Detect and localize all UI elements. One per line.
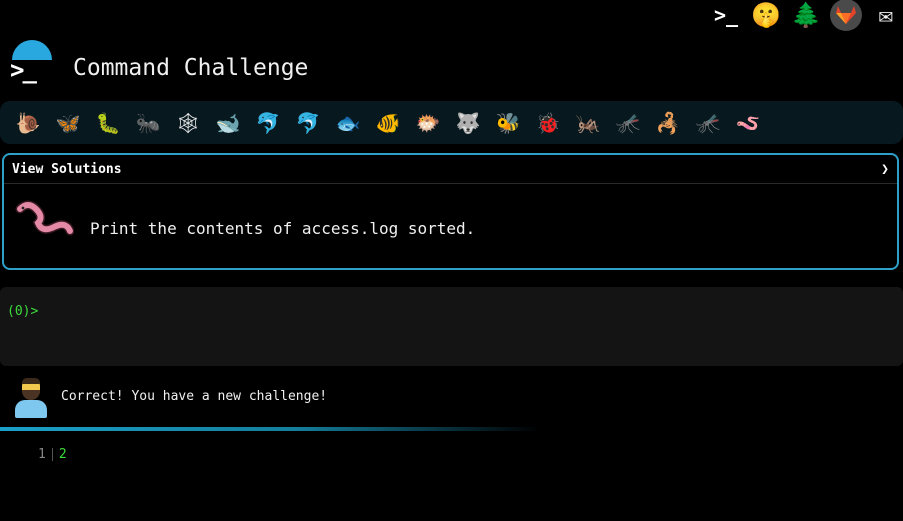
scorpion-icon[interactable]: 🦂 [648, 103, 688, 143]
worm-icon [15, 200, 74, 236]
whale-icon[interactable]: 🐋 [208, 103, 248, 143]
avatar-beard [22, 390, 40, 400]
terminal-icon[interactable]: >_ [709, 0, 743, 30]
terminal-input[interactable]: (0)> [0, 287, 903, 366]
terminal-prompt-icon: >_ [10, 56, 37, 84]
chevron-right-icon: ❯ [881, 161, 889, 177]
tropical-fish-icon[interactable]: 🐠 [368, 103, 408, 143]
blowfish-icon[interactable]: 🐡 [408, 103, 448, 143]
terminal-prompt: (0)> [7, 304, 39, 319]
wolf-icon[interactable]: 🐺 [448, 103, 488, 143]
butterfly-icon[interactable]: 🦋 [48, 103, 88, 143]
fish-icon[interactable]: 🐟 [328, 103, 368, 143]
avatar-hair [22, 378, 40, 384]
progress-divider [0, 427, 540, 431]
gitlab-icon-button[interactable] [829, 0, 863, 31]
top-icon-bar: >_ 🤫 🌲 ✉ [709, 0, 903, 31]
challenge-text: Print the contents of access.log sorted. [90, 219, 476, 238]
bee-icon[interactable]: 🐝 [488, 103, 528, 143]
challenge-emoji-bar: 🐌 🦋 🐛 🐜 🕸 🐋 🐬 🐬 🐟 🐠 🐡 🐺 🐝 🐞 🦗 🦟 🦂 🦟 🪱 [0, 101, 903, 144]
challenge-panel: View Solutions ❯ Print the contents of a… [2, 153, 899, 270]
evergreen-tree-icon[interactable]: 🌲 [789, 0, 823, 30]
ladybug-icon[interactable]: 🐞 [528, 103, 568, 143]
page-title: Command Challenge [73, 55, 309, 81]
gitlab-icon [830, 0, 862, 31]
avatar-body [15, 400, 47, 418]
ant-icon[interactable]: 🐜 [128, 103, 168, 143]
dolphin-icon[interactable]: 🐬 [248, 103, 288, 143]
mosquito-icon[interactable]: 🦟 [608, 103, 648, 143]
shushing-face-icon[interactable]: 🤫 [749, 0, 783, 30]
view-solutions-label: View Solutions [12, 161, 122, 177]
spider-web-icon[interactable]: 🕸 [168, 103, 208, 143]
dolphin-grey-icon[interactable]: 🐬 [288, 103, 328, 143]
fly-icon[interactable]: 🦟 [688, 103, 728, 143]
history-separator [51, 448, 53, 461]
history-item-2[interactable]: 2 [59, 447, 67, 462]
caterpillar-icon[interactable]: 🐛 [88, 103, 128, 143]
envelope-icon[interactable]: ✉ [869, 0, 903, 30]
worm-icon[interactable]: 🪱 [728, 103, 768, 143]
snail-icon[interactable]: 🐌 [8, 103, 48, 143]
feedback-message: Correct! You have a new challenge! [61, 389, 328, 404]
cricket-icon[interactable]: 🦗 [568, 103, 608, 143]
challenge-history: 1 2 [38, 447, 67, 462]
avatar [14, 376, 48, 418]
view-solutions-toggle[interactable]: View Solutions ❯ [4, 155, 897, 184]
app-logo[interactable]: >_ [8, 40, 54, 84]
history-item-1[interactable]: 1 [38, 447, 46, 462]
